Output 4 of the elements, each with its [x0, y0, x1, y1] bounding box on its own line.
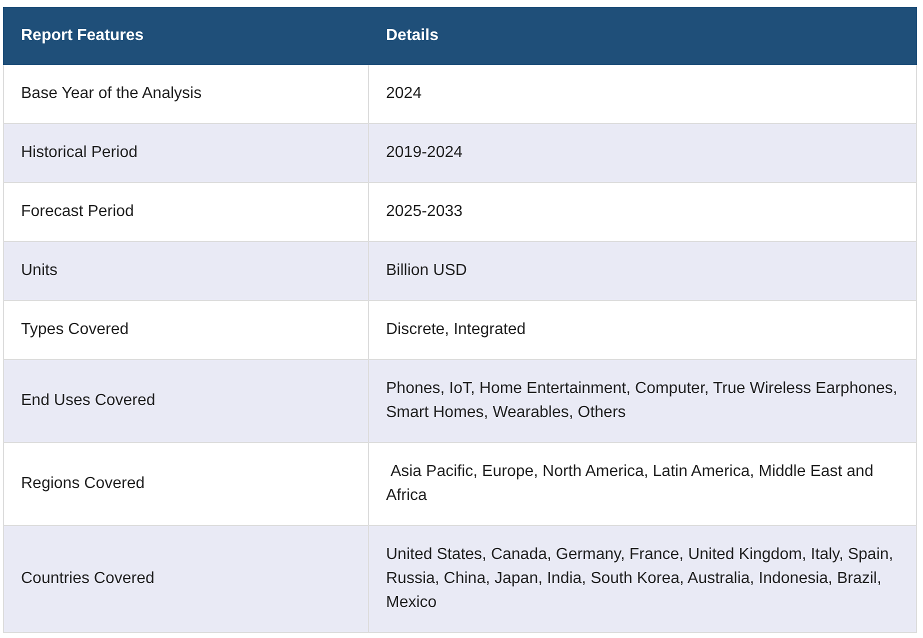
- table-cell: Countries Covered: [4, 526, 368, 632]
- column-header: Details: [368, 8, 916, 64]
- column-header: Report Features: [4, 8, 368, 64]
- table-cell: United States, Canada, Germany, France, United Kingdom, Italy, Spain, Russia, China, Japan, India, South Korea, Australia, Indonesia, Brazil, Mexico: [368, 526, 916, 632]
